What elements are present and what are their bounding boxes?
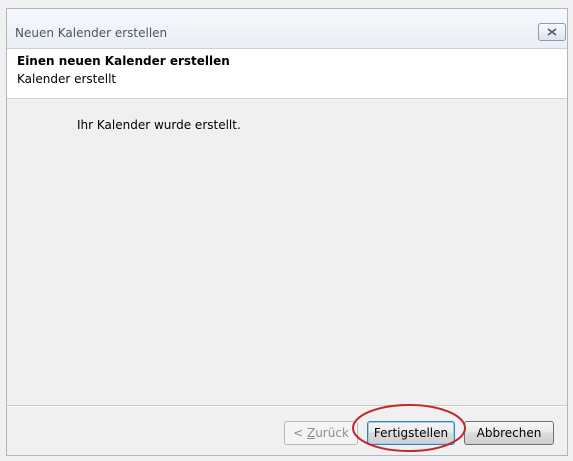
- cancel-button-label: Abbrechen: [476, 426, 542, 440]
- wizard-title: Einen neuen Kalender erstellen: [17, 54, 230, 68]
- back-button-mnemonic: Z: [306, 426, 316, 440]
- cancel-button[interactable]: Abbrechen: [464, 421, 554, 445]
- finish-button[interactable]: Fertigstellen: [367, 421, 455, 445]
- wizard-footer: < Zurück Fertigstellen Abbrechen: [7, 407, 567, 455]
- back-button[interactable]: < Zurück: [284, 421, 358, 445]
- close-button[interactable]: [538, 23, 566, 41]
- back-button-label: urück: [315, 426, 349, 440]
- status-message: Ihr Kalender wurde erstellt.: [77, 118, 241, 132]
- close-icon: [547, 28, 557, 36]
- window-title: Neuen Kalender erstellen: [15, 26, 168, 40]
- wizard-content: Ihr Kalender wurde erstellt.: [7, 100, 567, 405]
- dialog-window: Neuen Kalender erstellen Einen neuen Kal…: [0, 0, 573, 461]
- title-bar[interactable]: Neuen Kalender erstellen: [7, 9, 567, 49]
- wizard-subtitle: Kalender erstellt: [17, 72, 117, 86]
- wizard-header: Einen neuen Kalender erstellen Kalender …: [7, 49, 567, 99]
- back-button-prefix: <: [293, 426, 307, 440]
- finish-button-label: Fertigstellen: [373, 426, 449, 440]
